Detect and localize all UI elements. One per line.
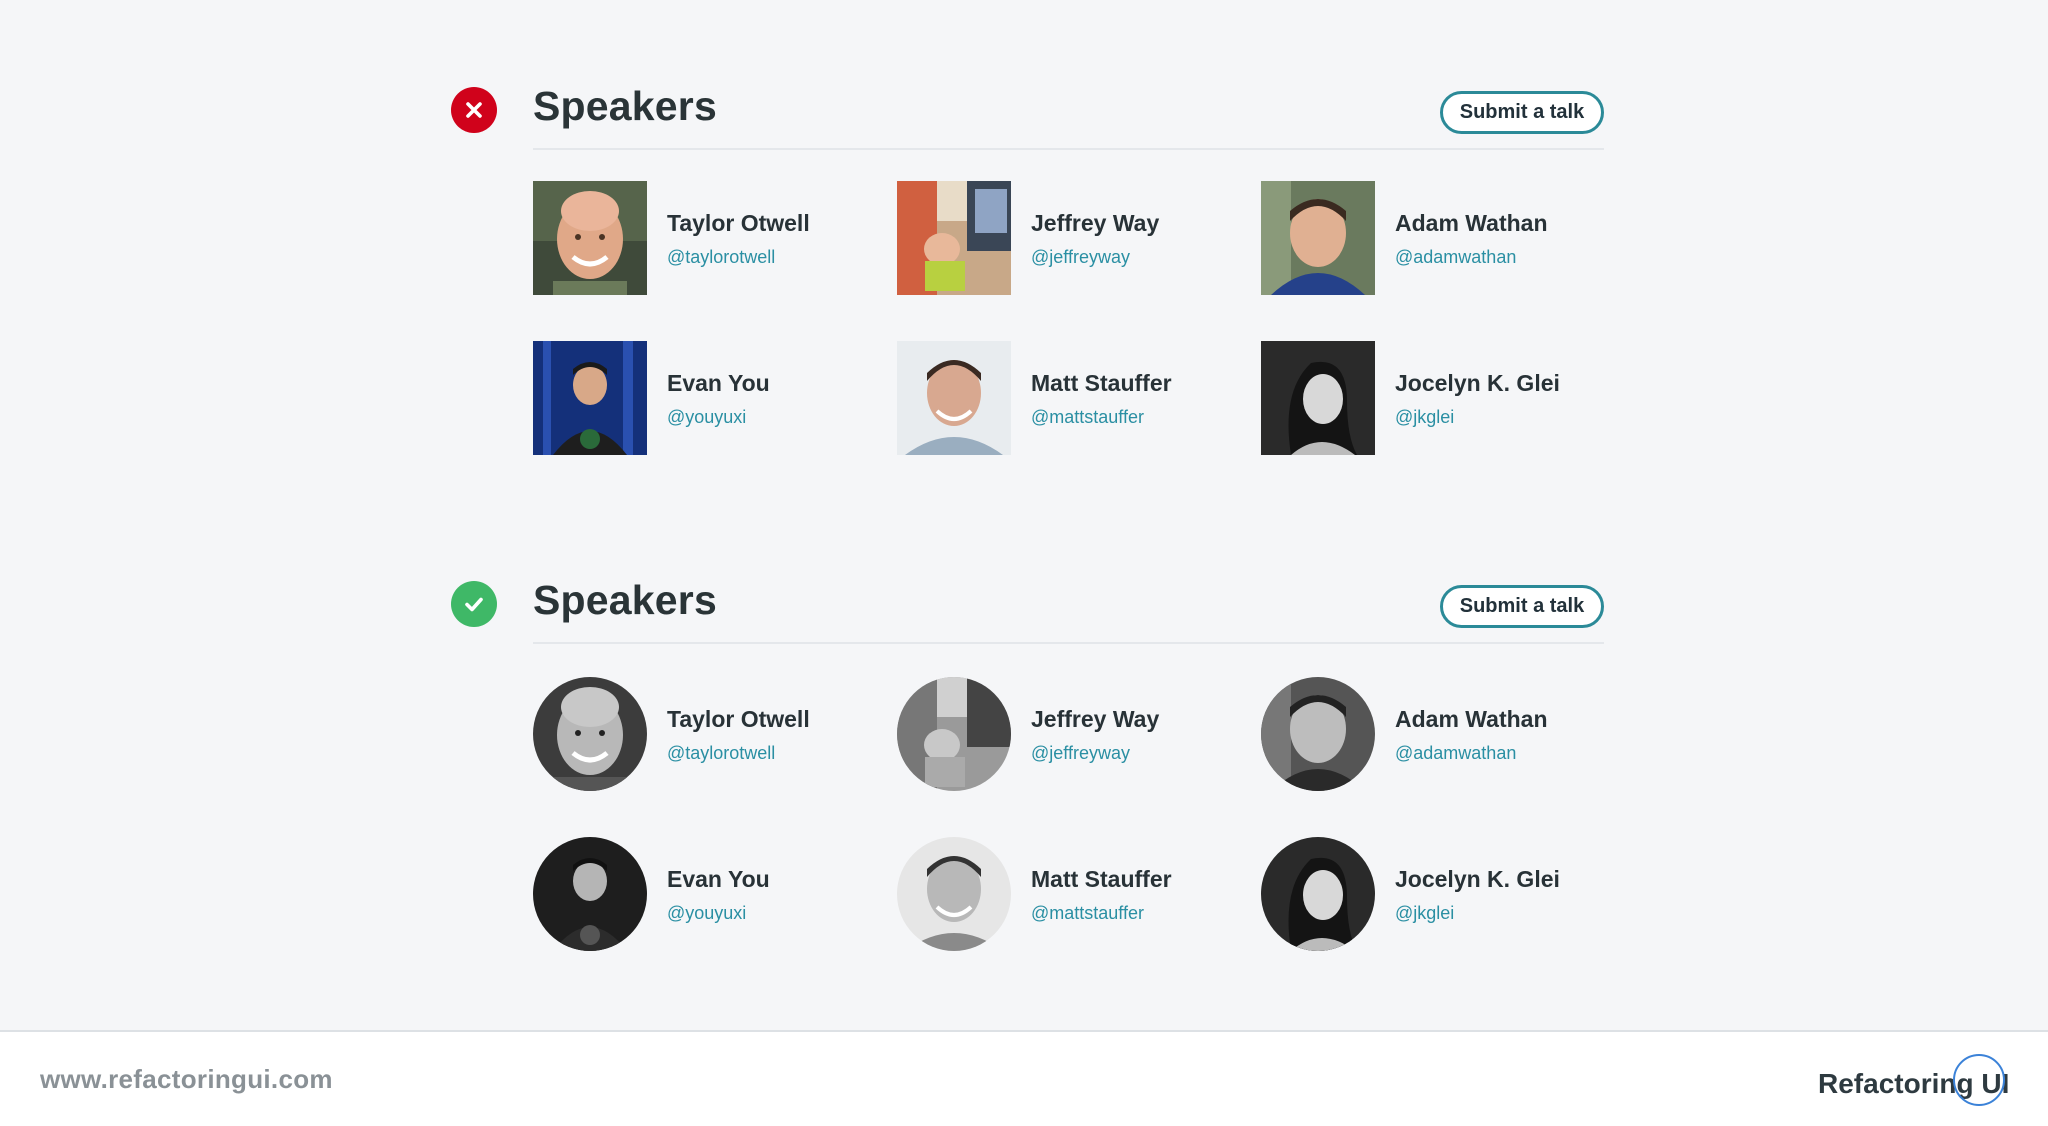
speaker-handle-link[interactable]: @youyuxi — [667, 406, 770, 428]
speaker-card[interactable]: Jeffrey Way @jeffreyway — [897, 677, 1159, 791]
avatar — [897, 837, 1011, 951]
avatar — [1261, 837, 1375, 951]
section-title: Speakers — [533, 577, 717, 623]
avatar — [897, 677, 1011, 791]
speaker-name: Taylor Otwell — [667, 705, 810, 732]
section-title: Speakers — [533, 83, 717, 129]
submit-talk-button[interactable]: Submit a talk — [1440, 585, 1604, 628]
speaker-handle-link[interactable]: @mattstauffer — [1031, 902, 1172, 924]
speaker-name: Jeffrey Way — [1031, 209, 1160, 236]
avatar — [1261, 677, 1375, 791]
avatar — [1261, 181, 1375, 295]
speaker-name: Matt Stauffer — [1031, 865, 1172, 892]
avatar — [1261, 341, 1375, 455]
speaker-name: Jocelyn K. Glei — [1395, 865, 1560, 892]
speaker-handle-link[interactable]: @jkglei — [1395, 902, 1560, 924]
status-badge — [451, 87, 497, 133]
speaker-handle-link[interactable]: @jkglei — [1395, 406, 1560, 428]
speaker-name: Adam Wathan — [1395, 209, 1548, 236]
divider — [533, 642, 1604, 644]
speaker-card[interactable]: Jeffrey Way @jeffreyway — [897, 181, 1159, 295]
speaker-card[interactable]: Jocelyn K. Glei @jkglei — [1261, 341, 1560, 455]
speaker-handle-link[interactable]: @jeffreyway — [1031, 246, 1159, 268]
speaker-card[interactable]: Evan You @youyuxi — [533, 341, 770, 455]
brand-logo[interactable]: Refactoring UI — [1818, 1054, 2009, 1114]
avatar — [533, 181, 647, 295]
speaker-card[interactable]: Taylor Otwell @taylorotwell — [533, 181, 810, 295]
status-badge — [451, 581, 497, 627]
avatar — [533, 341, 647, 455]
speaker-handle-link[interactable]: @adamwathan — [1395, 742, 1548, 764]
speaker-handle-link[interactable]: @jeffreyway — [1031, 742, 1159, 764]
avatar — [897, 181, 1011, 295]
footer: www.refactoringui.com Refactoring UI — [0, 1030, 2048, 1126]
speaker-name: Evan You — [667, 369, 770, 396]
avatar — [533, 837, 647, 951]
speaker-handle-link[interactable]: @adamwathan — [1395, 246, 1548, 268]
speaker-handle-link[interactable]: @mattstauffer — [1031, 406, 1172, 428]
speaker-handle-link[interactable]: @youyuxi — [667, 902, 770, 924]
speaker-card[interactable]: Taylor Otwell @taylorotwell — [533, 677, 810, 791]
speaker-name: Adam Wathan — [1395, 705, 1548, 732]
brand-ring-icon — [1953, 1054, 2005, 1106]
speaker-card[interactable]: Adam Wathan @adamwathan — [1261, 677, 1548, 791]
speaker-card[interactable]: Evan You @youyuxi — [533, 837, 770, 951]
speaker-name: Jocelyn K. Glei — [1395, 369, 1560, 396]
speaker-name: Jeffrey Way — [1031, 705, 1160, 732]
speaker-card[interactable]: Jocelyn K. Glei @jkglei — [1261, 837, 1560, 951]
speaker-card[interactable]: Adam Wathan @adamwathan — [1261, 181, 1548, 295]
check-icon — [463, 593, 485, 615]
divider — [533, 148, 1604, 150]
speaker-handle-link[interactable]: @taylorotwell — [667, 246, 810, 268]
avatar — [533, 677, 647, 791]
avatar — [897, 341, 1011, 455]
speaker-name: Taylor Otwell — [667, 209, 810, 236]
footer-url-link[interactable]: www.refactoringui.com — [40, 1064, 333, 1095]
speaker-card[interactable]: Matt Stauffer @mattstauffer — [897, 837, 1172, 951]
x-icon — [464, 100, 484, 120]
speaker-name: Matt Stauffer — [1031, 369, 1172, 396]
speaker-card[interactable]: Matt Stauffer @mattstauffer — [897, 341, 1172, 455]
submit-talk-button[interactable]: Submit a talk — [1440, 91, 1604, 134]
speaker-handle-link[interactable]: @taylorotwell — [667, 742, 810, 764]
speaker-name: Evan You — [667, 865, 770, 892]
